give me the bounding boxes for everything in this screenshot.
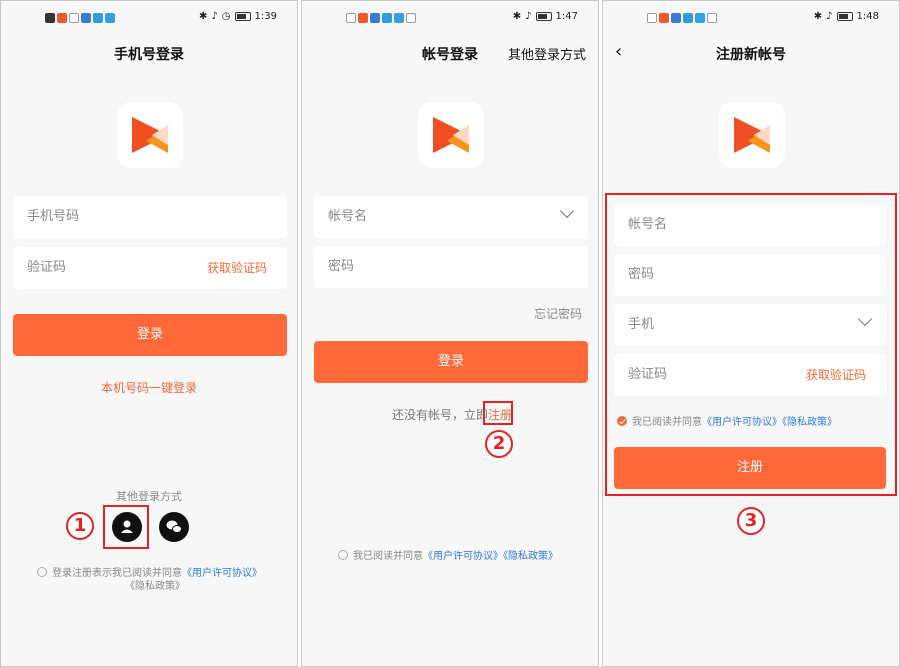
battery-icon [836,12,853,21]
code-input[interactable]: 验证码 获取验证码 [13,247,287,289]
forgot-password-link[interactable]: 忘记密码 [534,305,582,322]
password-input[interactable]: 密码 [314,246,588,288]
wechat-login-button[interactable] [159,512,189,542]
status-bar: ✱ ♪ 1:48 [603,11,899,27]
account-input[interactable]: 帐号名 [314,196,588,238]
status-bar: ✱ ♪ 1:47 [302,11,598,27]
clock-time: 1:39 [254,11,277,22]
app-logo [719,102,785,168]
user-agreement-link[interactable]: 《用户许可协议》 [182,568,262,579]
mute-icon: ♪ [211,11,218,22]
no-account-text: 还没有帐号，立即 [392,408,489,422]
play-logo-icon [734,117,770,153]
account-placeholder: 帐号名 [328,209,368,224]
wechat-icon [166,520,182,533]
agreement-text: 我已阅读并同意 [353,551,423,562]
status-right: ✱ ♪ 1:48 [814,11,879,22]
other-login-label: 其他登录方式 [116,490,182,503]
step-marker-2: 2 [485,430,513,458]
chevron-down-icon[interactable] [559,203,575,219]
code-placeholder: 验证码 [27,260,67,275]
highlight-box-3 [605,193,897,496]
highlight-box-1 [103,505,149,549]
step-marker-1: 1 [66,512,94,540]
bluetooth-icon: ✱ [199,11,208,22]
alarm-icon: ◷ [221,11,231,22]
battery-icon [535,12,552,21]
status-right: ✱ ♪ ◷ 1:39 [199,11,277,22]
phone-login-screen: ✱ ♪ ◷ 1:39 手机号登录 手机号码 验证码 获取验证码 登录 本机号码一… [0,0,298,667]
phone-input[interactable]: 手机号码 [13,196,287,238]
register-screen: ✱ ♪ 1:48 ‹ 注册新帐号 帐号名 密码 手机 验证码 获取验证码 我已阅… [602,0,900,667]
clock-time: 1:47 [555,11,578,22]
app-logo [117,102,183,168]
mute-icon: ♪ [525,11,532,22]
notification-icons [346,13,416,23]
status-bar: ✱ ♪ ◷ 1:39 [1,11,297,27]
agreement-row: 我已阅读并同意《用户许可协议》《隐私政策》 [338,547,558,562]
other-login-methods-button[interactable]: 其他登录方式 [508,44,586,63]
login-button[interactable]: 登录 [13,314,287,356]
notification-icons [45,13,115,23]
one-click-login-link[interactable]: 本机号码一键登录 [1,379,297,396]
app-logo [418,102,484,168]
page-title: 手机号登录 [114,47,184,63]
phone-placeholder: 手机号码 [27,209,80,224]
user-agreement-link[interactable]: 《用户许可协议》 [423,551,503,562]
agreement-checkbox[interactable] [338,550,348,560]
clock-time: 1:48 [856,11,879,22]
play-logo-icon [433,117,469,153]
privacy-policy-link[interactable]: 《隐私政策》 [503,551,558,562]
agreement-checkbox[interactable] [37,567,47,577]
page-title: 注册新帐号 [716,47,786,63]
notification-icons [647,13,717,23]
battery-icon [234,12,251,21]
highlight-box-2 [483,401,513,425]
step-marker-3: 3 [737,507,765,535]
status-right: ✱ ♪ 1:47 [513,11,578,22]
account-login-screen: ✱ ♪ 1:47 帐号登录 其他登录方式 帐号名 密码 忘记密码 登录 还没有帐… [301,0,599,667]
login-button[interactable]: 登录 [314,341,588,383]
get-code-button[interactable]: 获取验证码 [207,247,267,289]
play-logo-icon [132,117,168,153]
bluetooth-icon: ✱ [512,11,522,22]
bluetooth-icon: ✱ [813,11,823,22]
privacy-policy-link[interactable]: 《隐私政策》 [125,577,185,592]
password-placeholder: 密码 [328,259,355,274]
screenshot-collage: ✱ ♪ ◷ 1:39 手机号登录 手机号码 验证码 获取验证码 登录 本机号码一… [0,0,900,667]
mute-icon: ♪ [826,11,833,22]
